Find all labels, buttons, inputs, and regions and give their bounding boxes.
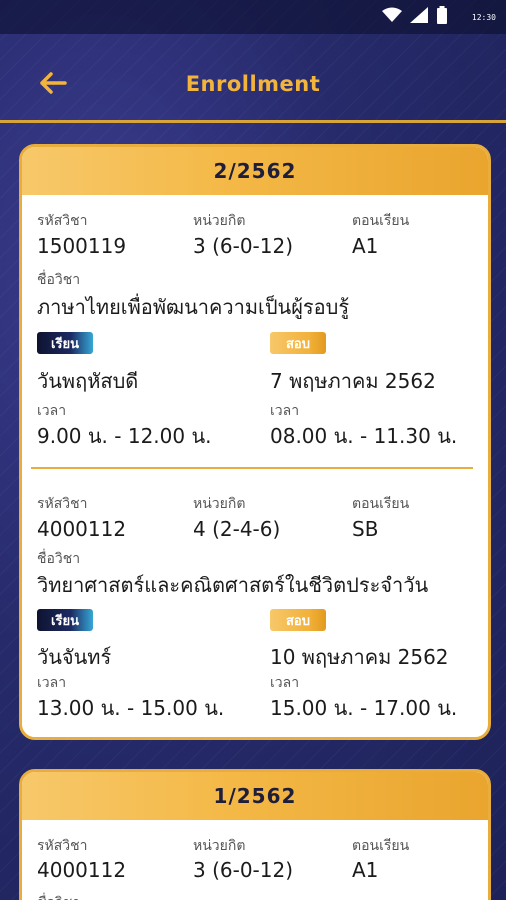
section-label: ตอนเรียน xyxy=(352,496,410,512)
course-code-label: รหัสวิชา xyxy=(37,213,88,229)
course-name-label: ชื่อวิชา xyxy=(37,892,80,900)
course-code: 4000112 xyxy=(37,517,127,541)
study-time: 9.00 น. - 12.00 น. xyxy=(37,424,212,448)
course-divider xyxy=(31,467,473,469)
course-code-label: รหัสวิชา xyxy=(37,838,88,854)
header-divider xyxy=(0,120,506,123)
course-item[interactable]: รหัสวิชา 4000112 หน่วยกิต 3 (6-0-12) ตอน… xyxy=(22,820,488,900)
course-item[interactable]: รหัสวิชา 4000112 หน่วยกิต 4 (2-4-6) ตอนเ… xyxy=(22,478,488,737)
term-card: 1/2562 รหัสวิชา 4000112 หน่วยกิต 3 (6-0-… xyxy=(19,769,491,900)
exam-badge: สอบ xyxy=(270,609,326,631)
section-label: ตอนเรียน xyxy=(352,838,410,854)
battery-icon xyxy=(436,6,448,28)
exam-date: 10 พฤษภาคม 2562 xyxy=(270,645,449,669)
section-value: A1 xyxy=(352,234,379,258)
study-time: 13.00 น. - 15.00 น. xyxy=(37,696,225,720)
credit-value: 3 (6-0-12) xyxy=(193,858,294,882)
course-code: 4000112 xyxy=(37,858,127,882)
credit-label: หน่วยกิต xyxy=(193,213,246,229)
study-badge: เรียน xyxy=(37,332,93,354)
term-card: 2/2562 รหัสวิชา 1500119 หน่วยกิต 3 (6-0-… xyxy=(19,144,491,740)
course-name-label: ชื่อวิชา xyxy=(37,272,81,288)
clock: 12:30 xyxy=(471,12,496,22)
study-time-label: เวลา xyxy=(37,675,67,691)
credit-label: หน่วยกิต xyxy=(193,838,246,854)
course-name-label: ชื่อวิชา xyxy=(37,551,81,567)
section-value: A1 xyxy=(352,858,379,882)
term-title: 2/2562 xyxy=(22,147,488,195)
credit-label: หน่วยกิต xyxy=(193,496,246,512)
study-badge: เรียน xyxy=(37,609,93,631)
course-name: วิทยาศาสตร์และคณิตศาสตร์ในชีวิตประจำวัน xyxy=(37,573,429,597)
exam-date: 7 พฤษภาคม 2562 xyxy=(270,369,436,393)
course-item[interactable]: รหัสวิชา 1500119 หน่วยกิต 3 (6-0-12) ตอน… xyxy=(22,195,488,465)
course-name: ภาษาไทยเพื่อพัฒนาความเป็นผู้รอบรู้ xyxy=(37,295,350,319)
credit-value: 4 (2-4-6) xyxy=(193,517,281,541)
credit-value: 3 (6-0-12) xyxy=(193,234,294,258)
study-day: วันจันทร์ xyxy=(37,645,112,669)
exam-badge: สอบ xyxy=(270,332,326,354)
study-time-label: เวลา xyxy=(37,403,67,419)
study-day: วันพฤหัสบดี xyxy=(37,369,139,393)
app-header: Enrollment xyxy=(0,34,506,120)
status-bar: 12:30 xyxy=(0,0,506,34)
term-title: 1/2562 xyxy=(22,772,488,820)
signal-icon xyxy=(409,7,428,27)
wifi-icon xyxy=(381,7,402,27)
exam-time-label: เวลา xyxy=(270,403,300,419)
exam-time: 08.00 น. - 11.30 น. xyxy=(270,424,458,448)
course-code: 1500119 xyxy=(37,234,127,258)
course-code-label: รหัสวิชา xyxy=(37,496,88,512)
section-value: SB xyxy=(352,517,379,541)
exam-time-label: เวลา xyxy=(270,675,300,691)
section-label: ตอนเรียน xyxy=(352,213,410,229)
exam-time: 15.00 น. - 17.00 น. xyxy=(270,696,458,720)
page-title: Enrollment xyxy=(185,72,321,96)
